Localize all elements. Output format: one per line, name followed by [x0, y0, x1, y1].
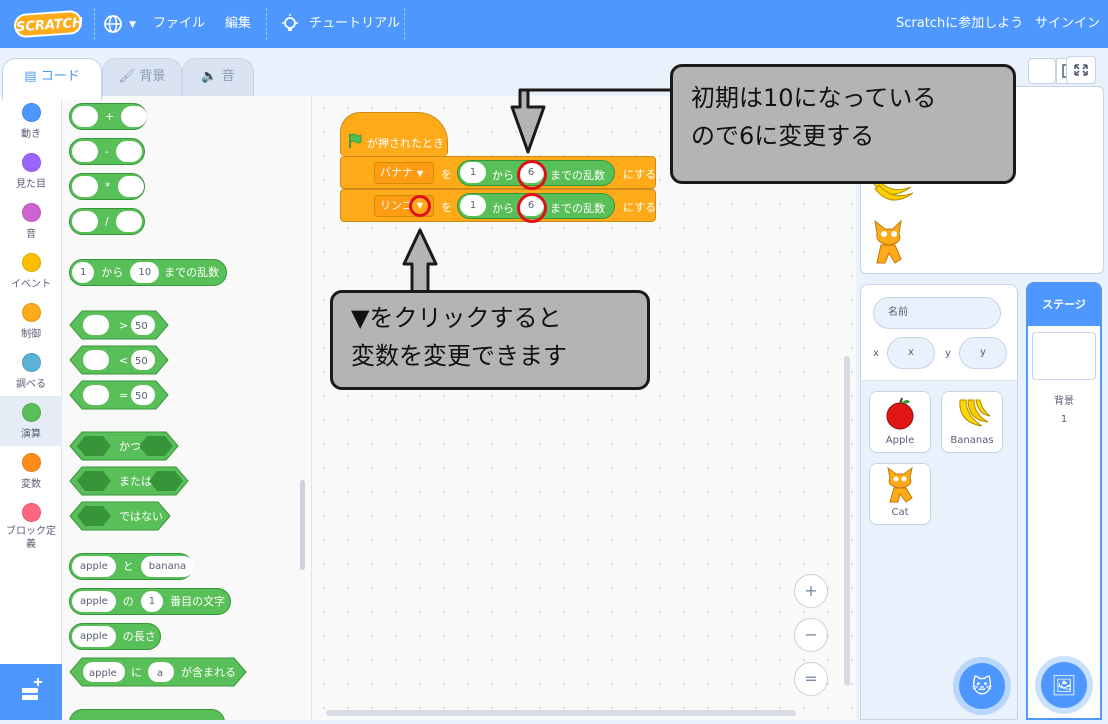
callout-text: ので6に変更する — [691, 122, 875, 150]
callout-text: ▼をクリックすると — [351, 304, 562, 332]
arrow-down-icon — [510, 88, 674, 154]
callout-text: 変数を変更できます — [351, 342, 567, 370]
arrow-up-icon — [402, 228, 438, 298]
callout-text: 初期は10になっている — [691, 84, 937, 112]
callout-dropdown-hint: ▼をクリックすると 変数を変更できます — [330, 290, 650, 390]
callout-change-to-6: 初期は10になっている ので6に変更する — [670, 64, 1016, 184]
